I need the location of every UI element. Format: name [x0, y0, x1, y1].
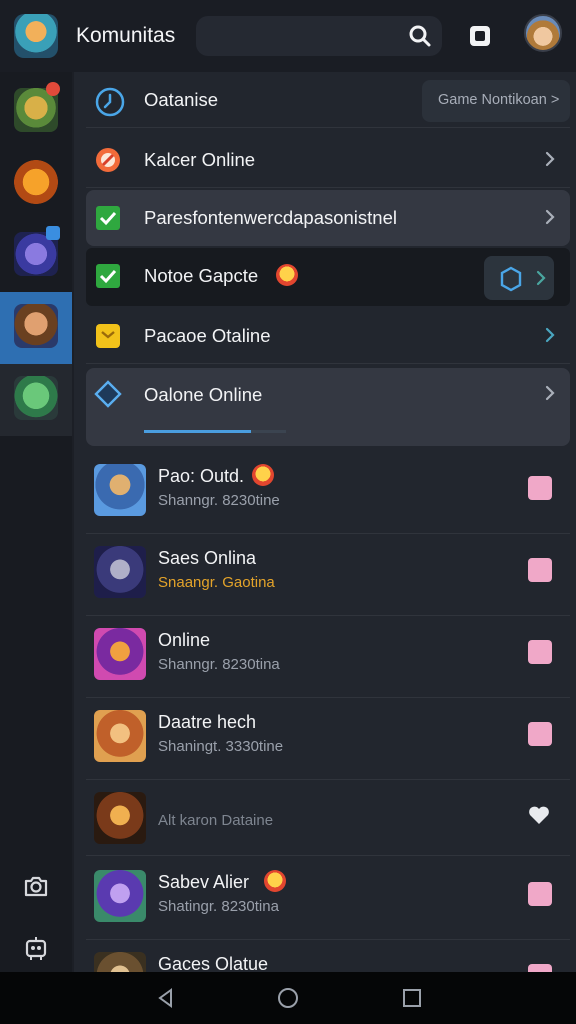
- game-icon: [14, 376, 58, 420]
- menu-label: Oalone Online: [144, 384, 263, 405]
- item-subtitle: Shanngr. 8230tina: [158, 656, 280, 673]
- back-icon[interactable]: [154, 986, 178, 1010]
- list-item[interactable]: Daatre hech Shaningt. 3330tine: [86, 698, 570, 780]
- game-icon: [14, 304, 58, 348]
- chevron-right-icon: [545, 385, 555, 401]
- menu-row-pacaoe[interactable]: Pacaoe Otaline: [86, 308, 570, 364]
- notification-badge: [46, 82, 60, 96]
- emoji-icon: [276, 264, 298, 286]
- content-panel: Oatanise Game Nontikoan > Kalcer Online …: [74, 72, 576, 972]
- app-icon[interactable]: [14, 14, 58, 58]
- item-title: Sabev Alier: [158, 872, 250, 892]
- green-check-icon: [96, 264, 120, 288]
- item-title: Daatre hech: [158, 712, 257, 732]
- game-thumbnail: [94, 546, 146, 598]
- checkbox[interactable]: [528, 640, 552, 664]
- robot-icon[interactable]: [22, 934, 50, 962]
- menu-row-oalone[interactable]: Oalone Online: [86, 368, 570, 446]
- emoji-icon: [264, 870, 286, 892]
- item-subtitle: Snaangr. Gaotina: [158, 574, 275, 591]
- chevron-right-icon: [545, 327, 555, 343]
- game-notification-button[interactable]: Game Nontikoan >: [422, 80, 570, 122]
- game-thumbnail: [94, 710, 146, 762]
- camera-icon[interactable]: [22, 872, 50, 900]
- game-thumbnail: [94, 628, 146, 680]
- green-check-icon: [96, 206, 120, 230]
- checkbox[interactable]: [528, 882, 552, 906]
- list-item[interactable]: Online Shanngr. 8230tina: [86, 616, 570, 698]
- sidebar-item-4[interactable]: [0, 292, 72, 364]
- home-icon[interactable]: [276, 986, 300, 1010]
- list-item[interactable]: Sabev Alier Shatingr. 8230tina: [86, 858, 570, 940]
- menu-label: Oatanise: [144, 89, 219, 110]
- menu-label: Notoe Gapcte: [144, 265, 259, 286]
- checkbox[interactable]: [528, 558, 552, 582]
- list-item[interactable]: Alt karon Dataine: [86, 780, 570, 856]
- recents-icon[interactable]: [400, 986, 424, 1010]
- hexagon-icon: [500, 266, 522, 292]
- game-icon: [14, 160, 58, 204]
- search-input[interactable]: [196, 16, 442, 56]
- game-thumbnail: [94, 792, 146, 844]
- chevron-right-icon: [545, 209, 555, 225]
- checkbox[interactable]: [528, 476, 552, 500]
- menu-label: Pacaoe Otaline: [144, 325, 271, 346]
- heart-icon[interactable]: [526, 802, 552, 828]
- item-title: Online: [158, 630, 211, 650]
- item-subtitle: Shaningt. 3330tine: [158, 738, 284, 755]
- sidebar-item-5[interactable]: [0, 364, 72, 436]
- menu-row-paresfonten[interactable]: Paresfontenwercdapasonistnel: [86, 190, 570, 246]
- game-thumbnail: [94, 464, 146, 516]
- settings-button[interactable]: [484, 256, 554, 300]
- clock-icon: [95, 87, 125, 117]
- menu-row-notoe[interactable]: Notoe Gapcte: [86, 248, 570, 306]
- ban-icon: [96, 148, 120, 172]
- game-thumbnail: [94, 952, 146, 972]
- avatar[interactable]: [524, 14, 562, 52]
- page-title: Komunitas: [76, 24, 176, 47]
- menu-label: Paresfontenwercdapasonistnel: [144, 207, 397, 228]
- progress-bar: [144, 430, 286, 433]
- progress-fill: [144, 430, 251, 433]
- list-item[interactable]: Pao: Outd. Shanngr. 8230tine: [86, 452, 570, 534]
- search-icon[interactable]: [408, 24, 432, 48]
- square-icon[interactable]: [466, 22, 494, 50]
- sidebar: [0, 72, 72, 972]
- checkbox[interactable]: [528, 722, 552, 746]
- system-nav-bar: [0, 972, 576, 1024]
- item-title: Gaces Olatue: [158, 954, 269, 972]
- item-title: Saes Onlina: [158, 548, 257, 568]
- emoji-icon: [252, 464, 274, 486]
- item-subtitle: Alt karon Dataine: [158, 812, 274, 829]
- sidebar-item-2[interactable]: [0, 148, 72, 220]
- item-subtitle: Shanngr. 8230tine: [158, 492, 280, 509]
- menu-row-kalcer[interactable]: Kalcer Online: [86, 132, 570, 188]
- sidebar-item-1[interactable]: [0, 76, 72, 148]
- item-subtitle: Shatingr. 8230tina: [158, 898, 279, 915]
- diamond-icon: [94, 380, 122, 408]
- list-item[interactable]: Gaces Olatue: [86, 940, 570, 972]
- menu-row-oatanise[interactable]: Oatanise Game Nontikoan >: [86, 72, 570, 128]
- top-bar: Komunitas: [0, 0, 576, 72]
- yellow-box-icon: [96, 324, 120, 348]
- game-thumbnail: [94, 870, 146, 922]
- chevron-right-icon: [536, 270, 546, 286]
- sidebar-item-3[interactable]: [0, 220, 72, 292]
- list-item[interactable]: Saes Onlina Snaangr. Gaotina: [86, 534, 570, 616]
- item-title: Pao: Outd.: [158, 466, 245, 486]
- menu-label: Kalcer Online: [144, 149, 256, 170]
- checkbox[interactable]: [528, 964, 552, 972]
- chevron-right-icon: [545, 151, 555, 167]
- notification-badge: [46, 226, 60, 240]
